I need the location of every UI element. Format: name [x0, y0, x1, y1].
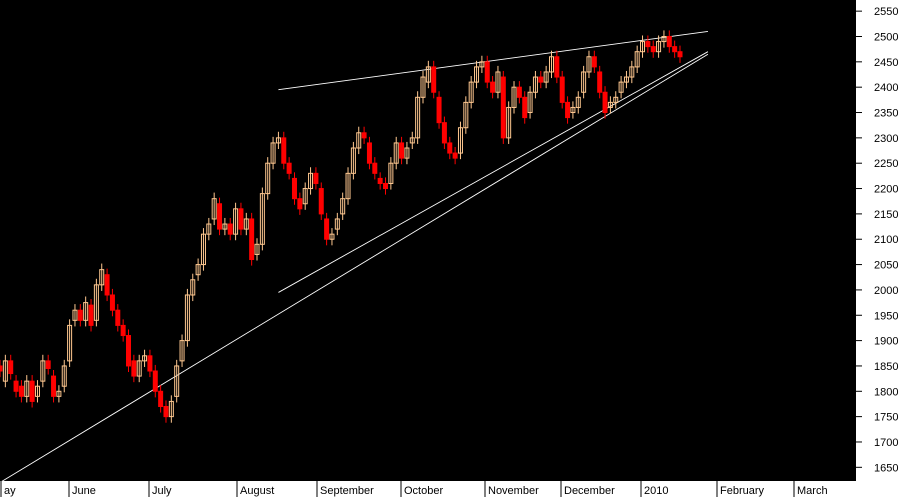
y-tick-label: 1800 [874, 386, 898, 398]
candle-body [500, 76, 506, 139]
candle-body [8, 360, 14, 375]
candle-body [447, 142, 453, 154]
candle-body [645, 41, 651, 48]
candle-body [324, 218, 330, 240]
candle-body [522, 96, 528, 119]
candle-body [484, 61, 490, 83]
plot-background [0, 0, 908, 497]
candle-body [452, 152, 458, 159]
candle-body [666, 35, 672, 48]
y-tick-label: 2550 [874, 6, 898, 18]
candle-body [131, 360, 137, 377]
candle-body [13, 380, 19, 392]
candle-body [163, 405, 169, 418]
candle-body [516, 86, 522, 98]
y-tick-label: 2200 [874, 184, 898, 196]
candle-body [591, 56, 597, 68]
candle-body [372, 162, 378, 174]
candle-body [650, 46, 656, 53]
candle-body [88, 304, 94, 326]
candle-body [147, 355, 153, 372]
candle-body [227, 223, 233, 235]
candle-body [286, 162, 292, 174]
candle-body [297, 198, 303, 210]
candle-body [538, 76, 544, 83]
x-tick-label: June [72, 485, 96, 497]
candle-body [238, 208, 244, 230]
x-tick-label: February [720, 485, 765, 497]
candle-body [51, 375, 57, 397]
y-tick-label: 2100 [874, 234, 898, 246]
candle-body [152, 370, 158, 392]
y-tick-label: 1750 [874, 412, 898, 424]
y-tick-label: 1900 [874, 336, 898, 348]
candle-body [109, 294, 115, 311]
candle-body [554, 56, 560, 78]
candle-body [104, 274, 110, 296]
candle-body [377, 177, 383, 184]
candle-body [366, 142, 372, 164]
y-tick-label: 2050 [874, 260, 898, 272]
candle-body [18, 385, 24, 397]
x-tick-label: August [240, 485, 274, 497]
candle-body [249, 218, 255, 261]
candle-body [29, 380, 35, 402]
candle-body [399, 142, 405, 159]
y-tick-label: 2350 [874, 108, 898, 120]
candle-body [565, 101, 571, 119]
y-tick-label: 2500 [874, 31, 898, 43]
x-tick-label: 2010 [644, 485, 668, 497]
x-tick-label: November [488, 485, 539, 497]
y-tick-label: 2150 [874, 209, 898, 221]
candle-body [490, 81, 496, 93]
candlestick-chart: 1650 1700 1750 1800 1850 1900 1950 2000 2050 2100… [0, 0, 908, 497]
x-tick-label: October [404, 485, 443, 497]
y-tick-label: 2300 [874, 133, 898, 145]
x-tick-label: March [797, 485, 828, 497]
x-tick-label: September [320, 485, 374, 497]
candle-body [126, 335, 132, 367]
candle-body [318, 188, 324, 215]
candle-body [672, 46, 678, 53]
candle-body [158, 390, 164, 407]
candle-body [677, 51, 683, 58]
x-tick-label: July [152, 485, 172, 497]
candle-body [0, 365, 3, 372]
y-tick-label: 1950 [874, 310, 898, 322]
x-axis-panel [0, 481, 908, 497]
y-tick-label: 1850 [874, 361, 898, 373]
candle-body [120, 324, 126, 337]
candle-body [436, 96, 442, 124]
candle-body [77, 309, 83, 321]
candle-body [45, 360, 51, 369]
candle-body [559, 76, 565, 103]
candle-body [383, 182, 389, 190]
candle-body [115, 309, 121, 326]
x-tick-label: December [564, 485, 615, 497]
candle-body [291, 177, 297, 200]
candle-body [597, 71, 603, 93]
candle-body [441, 122, 447, 144]
y-tick-label: 1650 [874, 462, 898, 474]
candle-body [217, 203, 223, 230]
y-tick-label: 2450 [874, 57, 898, 69]
candle-body [361, 132, 367, 139]
candle-body [431, 66, 437, 93]
candle-body [602, 91, 608, 114]
y-tick-label: 2000 [874, 285, 898, 297]
candle-body [281, 137, 287, 164]
candle-body [313, 172, 319, 184]
y-tick-label: 1700 [874, 437, 898, 449]
x-tick-label: ay [4, 485, 16, 497]
y-tick-label: 2250 [874, 158, 898, 170]
y-tick-label: 2400 [874, 82, 898, 94]
